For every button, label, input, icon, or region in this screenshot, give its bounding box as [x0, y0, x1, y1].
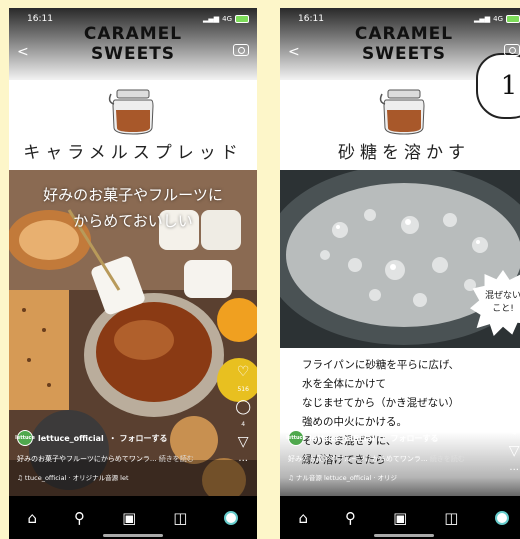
status-bar: 16:11 ▂▄▆ 4G [280, 8, 520, 30]
network-label: 4G [493, 15, 503, 23]
battery-icon [506, 15, 520, 23]
avatar[interactable]: lettuce [15, 430, 35, 446]
page-title: 砂糖を溶かす [338, 143, 470, 163]
home-indicator [374, 534, 434, 537]
more-icon[interactable]: ··· [238, 456, 248, 467]
bottom-nav: ⌂ ⚲ ▣ ◫ [280, 496, 520, 539]
caption-text: 好みのお菓子やフルーツにからめてワンラ... [17, 455, 157, 463]
brand-logo: CARAMEL SWEETS [83, 24, 183, 64]
camera-icon[interactable] [504, 44, 520, 56]
caramel-jar-illustration [108, 89, 154, 135]
back-icon[interactable]: < [288, 44, 300, 60]
comment-count: 4 [241, 421, 246, 428]
post-meta: lettuce lettuce_official ・ フォローする 好みのお菓子やフ… [15, 430, 239, 482]
right-phone-screen: 16:11 ▂▄▆ 4G < CARAMEL SWEETS 1 砂糖を溶かす 混ぜな… [280, 8, 520, 539]
home-indicator [103, 534, 163, 537]
more-icon[interactable]: ··· [509, 465, 519, 476]
audio-icon: ♫ [288, 474, 296, 482]
heart-icon[interactable]: ♡ [237, 364, 250, 380]
step-number-badge: 1 [476, 53, 520, 119]
search-icon[interactable]: ⚲ [345, 509, 356, 527]
read-more-link[interactable]: 続きを読む [159, 455, 194, 463]
bottom-nav: ⌂ ⚲ ▣ ◫ [9, 496, 257, 539]
comment-icon[interactable]: ◯ [235, 399, 251, 415]
left-phone-screen: 16:11 ▂▄▆4G < CARAMELSWEETS キャラメルスプレッド [9, 8, 257, 539]
audio-label[interactable]: ナル音源 lettuce_official · オリジ [296, 474, 397, 482]
send-icon[interactable]: ▽ [509, 443, 520, 459]
camera-icon[interactable] [233, 44, 249, 56]
network-label: 4G [222, 15, 232, 23]
battery-icon [235, 15, 249, 23]
reels-icon[interactable]: ▣ [393, 509, 407, 527]
follow-button[interactable]: ・ フォローする [109, 433, 168, 444]
avatar[interactable]: lettuce [286, 430, 306, 446]
follow-button[interactable]: ・ フォローする [380, 433, 439, 444]
audio-label[interactable]: ttuce_official · オリジナル音源 let [25, 474, 129, 482]
signal-icon: ▂▄▆ [473, 15, 491, 23]
post-meta: lettuce lettuce_official ・ フォローする 好みのお菓子やフ… [286, 430, 510, 482]
search-icon[interactable]: ⚲ [74, 509, 85, 527]
send-icon[interactable]: ▽ [238, 434, 249, 450]
comment-count: 4 [512, 430, 517, 437]
photo-overlay-text: 好みのお菓子やフルーツに からめておいしい [43, 186, 223, 230]
status-bar: 16:11 ▂▄▆ 4G [9, 8, 257, 30]
read-more-link[interactable]: 続きを読む [430, 455, 465, 463]
home-icon[interactable]: ⌂ [28, 509, 38, 527]
like-count: 516 [237, 386, 249, 393]
shop-icon[interactable]: ◫ [173, 509, 187, 527]
profile-avatar[interactable] [224, 510, 239, 525]
caramel-jar-illustration [379, 89, 425, 135]
caption-text: 好みのお菓子やフルーツにからめてワンラ... [288, 455, 428, 463]
signal-icon: ▂▄▆ [202, 15, 220, 23]
username[interactable]: lettuce_official [309, 434, 375, 443]
home-icon[interactable]: ⌂ [299, 509, 309, 527]
status-time: 16:11 [298, 14, 324, 24]
page-title: キャラメルスプレッド [23, 143, 243, 163]
reels-icon[interactable]: ▣ [122, 509, 136, 527]
username[interactable]: lettuce_official [38, 434, 104, 443]
comment-icon[interactable]: ◯ [506, 408, 520, 424]
shop-icon[interactable]: ◫ [444, 509, 458, 527]
profile-avatar[interactable] [495, 510, 510, 525]
back-icon[interactable]: < [17, 44, 29, 60]
audio-icon: ♫ [17, 474, 25, 482]
status-time: 16:11 [27, 14, 53, 24]
